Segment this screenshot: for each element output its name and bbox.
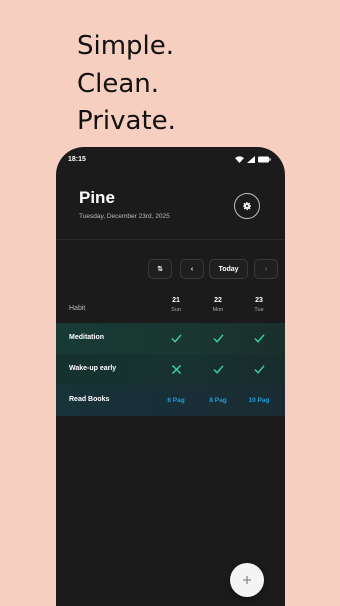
habit-rows: Meditation Wake-up early Read Books 6 Pag 8 … [56,323,285,416]
promo-headline: Simple. Clean. Private. [77,28,176,141]
today-label: Today [218,265,239,273]
promo-line-2: Clean. [77,68,160,99]
chevron-left-icon: ‹ [190,265,194,273]
check-icon [213,365,223,374]
date-toolbar: ⇅ ‹ Today › [56,259,285,281]
habit-name: Wake-up early [69,365,117,372]
check-icon [171,334,181,343]
habit-cell[interactable]: 8 Pag [203,385,233,416]
habit-row[interactable]: Meditation [56,323,285,354]
day-column-header: 23 Tue [246,297,272,313]
check-icon [213,334,223,343]
habit-cell[interactable] [244,354,274,385]
habit-column-header: Habit [69,305,86,312]
sort-button[interactable]: ⇅ [148,259,172,279]
table-header: Habit 21 Sun 22 Mon 23 Tue [56,297,285,323]
habit-cell[interactable]: 10 Pag [244,385,274,416]
status-time: 18:15 [68,156,86,163]
settings-button[interactable] [234,193,260,219]
habit-name: Meditation [69,334,104,341]
habit-cell[interactable] [203,354,233,385]
status-bar: 18:15 [68,156,271,166]
day-of-week: Mon [212,307,224,313]
app-title: Pine [79,188,115,207]
habit-cell[interactable]: 6 Pag [161,385,191,416]
check-icon [254,334,264,343]
promo-line-3: Private. [77,106,176,136]
habit-cell[interactable] [203,323,233,354]
add-habit-button[interactable] [230,563,264,597]
habit-cell[interactable] [244,323,274,354]
pages-value: 6 Pag [167,397,185,404]
signal-icon [247,156,255,163]
plus-icon [243,576,251,584]
day-number: 21 [172,297,180,304]
habit-name: Read Books [69,396,110,403]
gear-icon [243,202,251,211]
header-divider [56,239,285,240]
wifi-icon [235,156,244,163]
today-button[interactable]: Today [209,259,248,279]
pages-value: 10 Pag [248,397,270,404]
current-date: Tuesday, December 23rd, 2025 [79,213,170,220]
day-of-week: Sun [171,307,181,313]
previous-day-button[interactable]: ‹ [180,259,204,279]
promo-line-1: Simple. [77,31,175,61]
habit-cell[interactable] [161,354,191,385]
status-icons [235,156,271,163]
pages-value: 8 Pag [209,397,227,404]
next-day-button[interactable]: › [254,259,278,279]
day-number: 23 [255,297,263,304]
day-column-header: 21 Sun [163,297,189,313]
phone-screen: 18:15 Pine Tuesday, December 23rd, 2025 … [56,147,285,606]
battery-icon [258,156,271,163]
sort-icon: ⇅ [157,266,163,273]
day-number: 22 [214,297,222,304]
day-column-header: 22 Mon [205,297,231,313]
habit-row[interactable]: Read Books 6 Pag 8 Pag 10 Pag [56,385,285,416]
check-icon [254,365,264,374]
day-of-week: Tue [254,307,264,313]
chevron-right-icon: › [264,265,268,273]
habit-cell[interactable] [161,323,191,354]
habit-row[interactable]: Wake-up early [56,354,285,385]
habit-table: Habit 21 Sun 22 Mon 23 Tue Meditation Wak… [56,297,285,416]
cross-icon [171,365,181,374]
